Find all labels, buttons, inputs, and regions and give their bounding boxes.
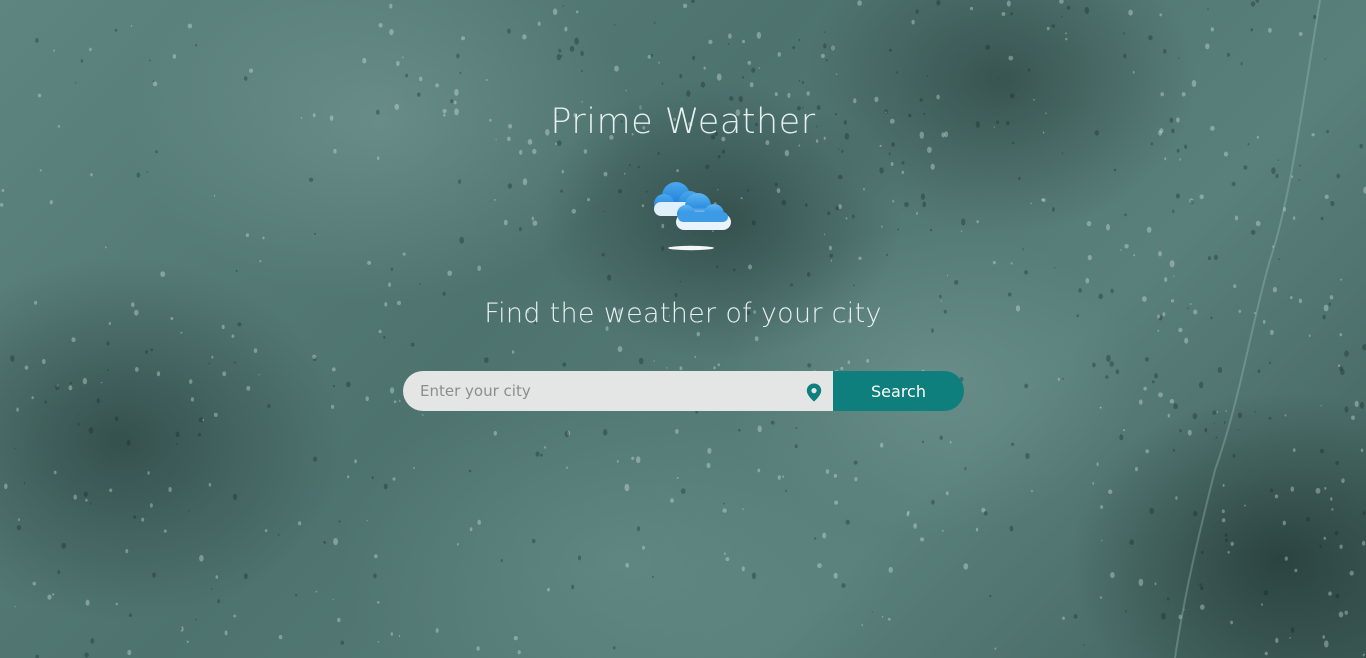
app-title: Prime Weather <box>550 102 816 142</box>
hero-section: Prime Weather Find the weather of your c… <box>0 0 1366 658</box>
search-button[interactable]: Search <box>833 371 964 411</box>
search-field <box>403 371 833 411</box>
city-search-input[interactable] <box>403 371 800 411</box>
city-search-form: Search <box>403 371 964 411</box>
page-heading: Find the weather of your city <box>484 298 882 329</box>
cloudy-weather-icon <box>654 182 731 251</box>
location-pin-icon[interactable] <box>806 383 822 402</box>
